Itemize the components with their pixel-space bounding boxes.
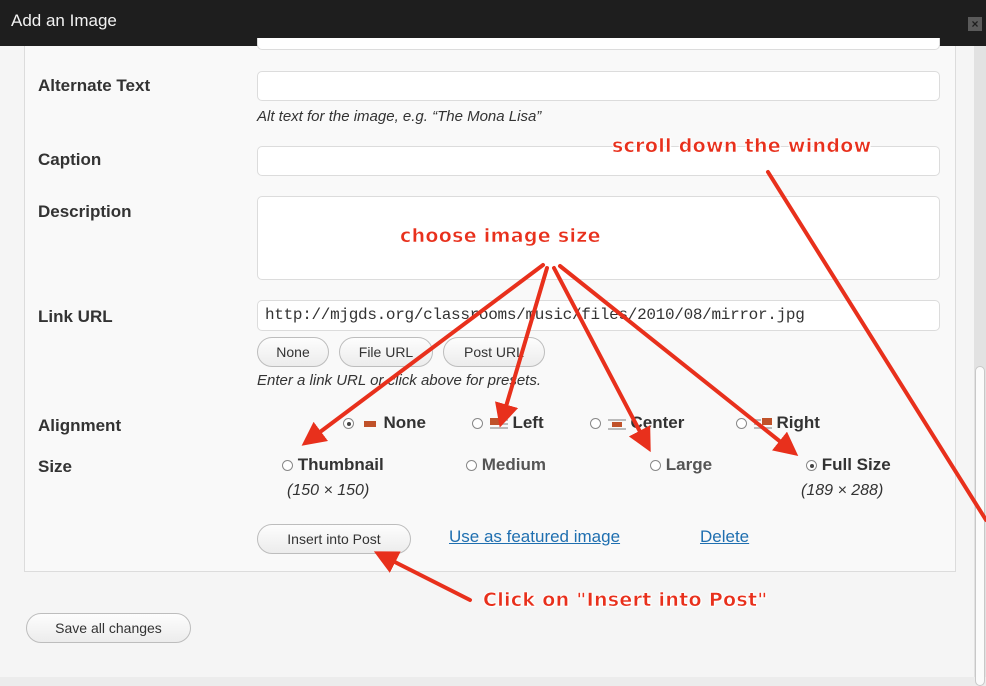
annotation-click-insert: Click on "Insert into Post" xyxy=(483,589,768,612)
annotation-choose-size: choose image size xyxy=(400,225,601,248)
annotation-arrows xyxy=(301,170,986,602)
arrow-insert-into-post xyxy=(373,551,472,602)
arrow-scroll-down xyxy=(766,170,986,522)
arrow-full-size xyxy=(558,264,799,456)
arrow-thumbnail xyxy=(301,263,545,446)
arrow-large xyxy=(552,266,651,453)
annotation-scroll: scroll down the window xyxy=(612,135,872,158)
